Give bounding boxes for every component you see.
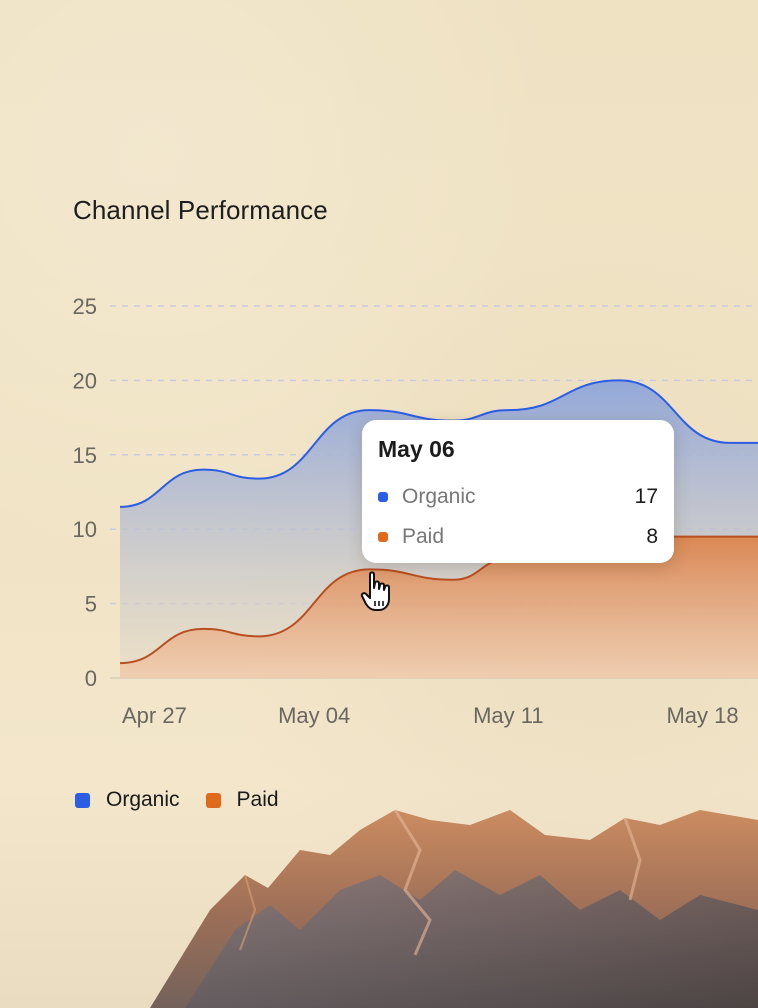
paid-swatch-icon: [205, 792, 221, 808]
legend-item-organic[interactable]: Organic: [75, 788, 180, 812]
legend-item-paid[interactable]: Paid: [205, 788, 279, 812]
y-tick-label: 10: [73, 517, 97, 542]
hand-pointer-icon: [360, 571, 390, 611]
y-tick-label: 25: [73, 294, 97, 319]
x-tick-label: Apr 27: [122, 703, 187, 728]
tooltip-row-paid: Paid 8: [378, 517, 658, 557]
y-tick-label: 5: [85, 592, 97, 617]
tooltip-date: May 06: [378, 436, 455, 462]
tooltip: May 06 Organic 17 Paid 8: [362, 420, 674, 563]
tooltip-series-name: Organic: [402, 485, 476, 508]
x-tick-label: May 04: [278, 703, 350, 728]
mountain-painting: [150, 809, 758, 1008]
paid-dot-icon: [378, 532, 388, 542]
organic-dot-icon: [378, 492, 388, 502]
y-tick-label: 0: [85, 666, 97, 691]
tooltip-series-name: Paid: [402, 525, 445, 548]
legend: Organic Paid: [75, 788, 305, 812]
y-tick-label: 15: [73, 443, 97, 468]
tooltip-series-value: 8: [646, 525, 658, 548]
tooltip-row-organic: Organic 17: [378, 477, 658, 517]
legend-label: Organic: [106, 788, 180, 811]
legend-label: Paid: [236, 788, 279, 811]
area-chart[interactable]: 0 5 10 15 20 25 Apr 27 May 04 May 11 May 18: [0, 0, 758, 760]
y-tick-label: 20: [73, 368, 97, 393]
x-tick-label: May 11: [473, 703, 544, 728]
tooltip-series-value: 17: [634, 485, 658, 508]
organic-swatch-icon: [75, 792, 90, 808]
x-tick-label: May 18: [666, 703, 738, 728]
